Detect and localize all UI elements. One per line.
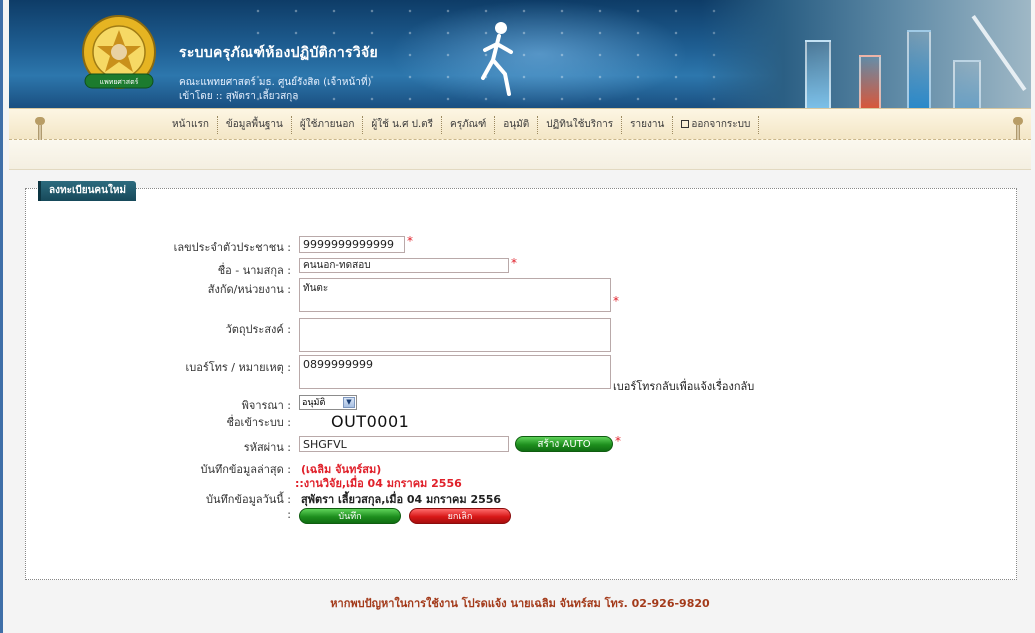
affiliation-textarea[interactable]: ทันตะ: [299, 278, 611, 312]
lab-illustration: [701, 0, 1031, 108]
password-label: รหัสผ่าน :: [243, 441, 291, 454]
header-banner: แพทยศาสตร์ ระบบครุภัณฑ์ห้องปฏิบัติการวิจ…: [9, 0, 1031, 108]
consider-selected: อนุมัติ: [302, 398, 326, 408]
nav-reports[interactable]: รายงาน: [622, 116, 674, 134]
nav-home[interactable]: หน้าแรก: [164, 116, 218, 134]
flask-icon: [953, 60, 981, 108]
nav-undergrad-users[interactable]: ผู้ใช้ น.ศ ป.ตรี: [363, 116, 443, 134]
flask-icon: [805, 40, 831, 108]
phone-textarea[interactable]: 0899999999: [299, 355, 611, 389]
today-label: บันทึกข้อมูลวันนี้ :: [206, 493, 291, 506]
runner-icon: [481, 22, 513, 96]
nav-equipment[interactable]: ครุภัณฑ์: [442, 116, 496, 134]
main-nav: หน้าแรก ข้อมูลพื้นฐาน ผู้ใช้ภายนอก ผู้ใช…: [9, 108, 1031, 140]
nav-approve[interactable]: อนุมัติ: [495, 116, 539, 134]
phone-hint: เบอร์โทรกลับเพื่อแจ้งเรื่องกลับ: [613, 380, 755, 393]
chevron-down-icon: ▼: [343, 397, 355, 408]
required-mark: *: [615, 434, 621, 448]
last-saved-label: บันทึกข้อมูลล่าสุด :: [200, 463, 291, 476]
affiliation-label: สังกัด/หน่วยงาน :: [207, 283, 291, 296]
username-value: OUT0001: [331, 412, 410, 431]
flask-icon: [907, 30, 931, 108]
purpose-textarea[interactable]: [299, 318, 611, 352]
page-title: ระบบครุภัณฑ์ห้องปฏิบัติการวิจัย: [179, 45, 378, 61]
purpose-label: วัตถุประสงค์ :: [225, 323, 291, 336]
name-input[interactable]: [299, 258, 509, 273]
id-card-input[interactable]: [299, 236, 405, 253]
cancel-button[interactable]: ยกเลิก: [409, 508, 511, 524]
nav-calendar[interactable]: ปฏิทินใช้บริการ: [538, 116, 623, 134]
nav-logout-label: ออกจากระบบ: [691, 119, 751, 130]
university-logo: แพทยศาสตร์: [82, 15, 156, 89]
required-mark: *: [613, 294, 619, 308]
logged-in-user: เข้าโดย :: สุพัตรา เลี้ยวสกุล: [179, 91, 299, 102]
username-label: ชื่อเข้าระบบ :: [226, 416, 291, 429]
svg-text:แพทยศาสตร์: แพทยศาสตร์: [100, 78, 139, 86]
phone-label: เบอร์โทร / หมายเหตุ :: [185, 361, 291, 374]
flask-icon: [859, 55, 881, 108]
password-input[interactable]: [299, 436, 509, 452]
nav-external-users[interactable]: ผู้ใช้ภายนอก: [292, 116, 364, 134]
nav-logout[interactable]: ออกจากระบบ: [673, 116, 760, 134]
ribbon-bar: [9, 140, 1031, 170]
id-card-label: เลขประจำตัวประชาชน :: [173, 241, 291, 254]
required-mark: *: [407, 234, 413, 248]
colon-separator: :: [287, 508, 291, 521]
faculty-subtitle: คณะแพทยศาสตร์ มธ. ศูนย์รังสิต (เจ้าหน้าท…: [179, 77, 372, 88]
save-button[interactable]: บันทึก: [299, 508, 401, 524]
name-label: ชื่อ - นามสกุล :: [217, 264, 291, 277]
exit-icon: [681, 120, 690, 128]
page: แพทยศาสตร์ ระบบครุภัณฑ์ห้องปฏิบัติการวิจ…: [0, 0, 1035, 633]
today-value: สุพัตรา เลี้ยวสกุล,เมื่อ 04 มกราคม 2556: [301, 493, 502, 506]
footer-contact: หากพบปัญหาในการใช้งาน โปรดแจ้ง นายเฉลิม …: [330, 597, 710, 610]
section-title: ลงทะเบียนคนใหม่: [37, 181, 137, 201]
auto-generate-button[interactable]: สร้าง AUTO: [515, 436, 613, 452]
consider-select[interactable]: อนุมัติ ▼: [299, 395, 357, 410]
required-mark: *: [511, 256, 517, 270]
nav-basic-data[interactable]: ข้อมูลพื้นฐาน: [218, 116, 292, 134]
consider-label: พิจารณา :: [241, 399, 291, 412]
